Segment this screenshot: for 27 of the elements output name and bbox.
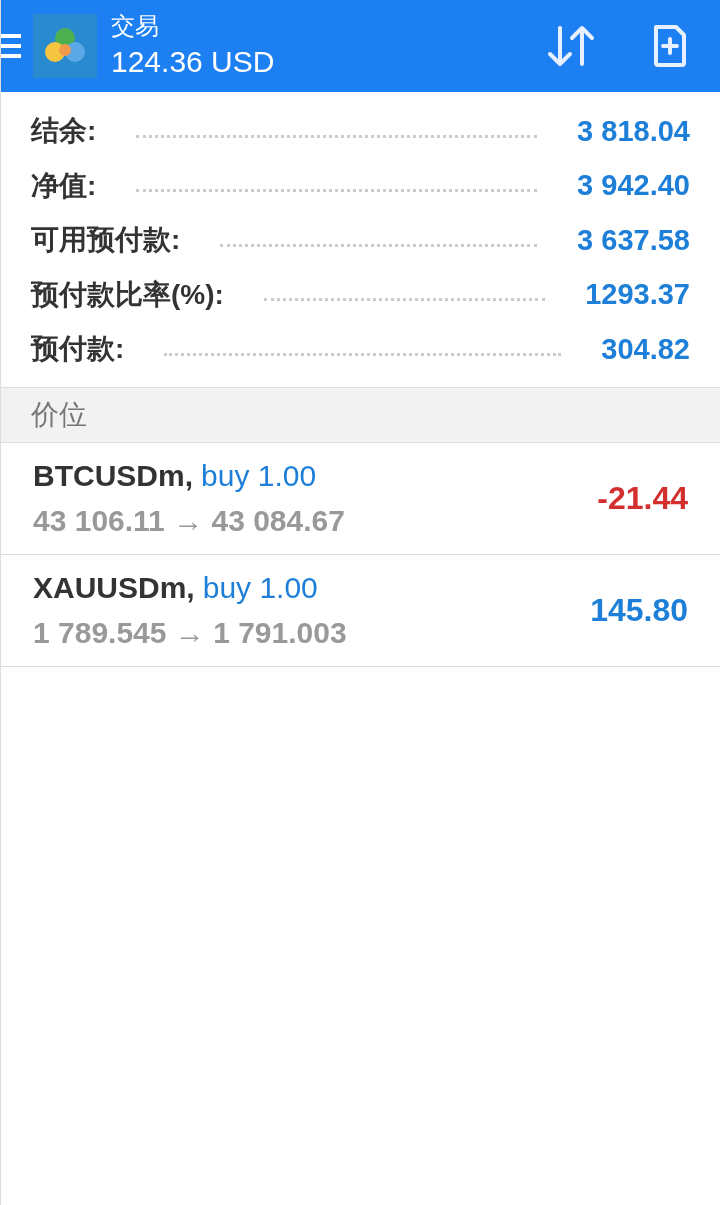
section-title: 价位	[31, 397, 87, 432]
summary-value: 1293.37	[585, 277, 690, 312]
app-logo-icon	[33, 14, 97, 78]
summary-value: 3 942.40	[577, 168, 690, 203]
position-row[interactable]: XAUUSDm, buy 1.00 1 789.545 → 1 791.003 145.80	[1, 554, 720, 667]
position-prices: 43 106.11 → 43 084.67	[33, 503, 346, 539]
position-symbol: XAUUSDm,	[33, 570, 195, 606]
sort-icon[interactable]	[546, 24, 596, 68]
position-symbol: BTCUSDm,	[33, 458, 193, 494]
summary-label: 预付款:	[31, 332, 125, 367]
summary-label: 净值:	[31, 168, 97, 203]
position-row[interactable]: BTCUSDm, buy 1.00 43 106.11 → 43 084.67 -21.44	[1, 442, 720, 555]
summary-label: 可用预付款:	[31, 223, 181, 258]
position-prices: 1 789.545 → 1 791.003	[33, 615, 348, 651]
summary-label: 预付款比率(%):	[31, 277, 224, 312]
position-order: buy 1.00	[201, 458, 317, 494]
summary-label: 结余:	[31, 114, 97, 149]
summary-value: 3 818.04	[577, 113, 690, 149]
account-balance: 124.36 USD	[111, 44, 275, 80]
screen-title: 交易	[111, 11, 160, 41]
position-profit: -21.44	[597, 479, 688, 518]
position-profit: 145.80	[590, 591, 688, 630]
summary-value: 3 637.58	[577, 222, 690, 258]
menu-icon[interactable]	[1, 31, 21, 61]
summary-value: 304.82	[601, 331, 690, 367]
new-document-icon[interactable]	[652, 23, 688, 69]
position-order: buy 1.00	[202, 570, 318, 606]
